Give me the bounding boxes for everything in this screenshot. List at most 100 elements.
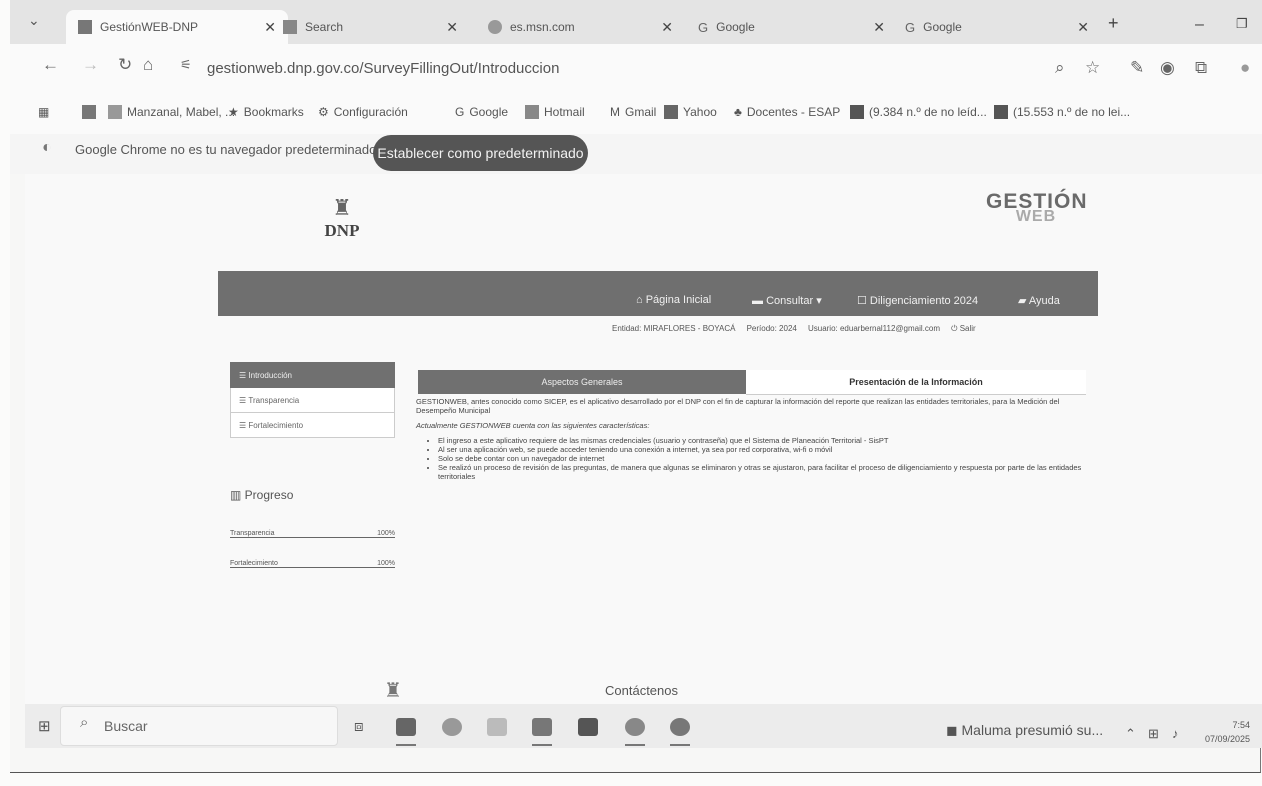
close-tab-icon[interactable]: ✕ <box>1077 19 1089 36</box>
bookmark-folder-icon[interactable] <box>82 105 96 119</box>
news-notification[interactable]: ◼ Maluma presumió su... <box>946 722 1103 739</box>
word-app-icon[interactable] <box>396 718 416 736</box>
zoom-icon[interactable]: ⌕ <box>1055 58 1065 78</box>
nav-consultar[interactable]: ▬ Consultar ▾ <box>752 294 822 307</box>
tab-label: Google <box>923 20 962 34</box>
tab-label: GestiónWEB-DNP <box>100 20 199 34</box>
google-icon: G <box>455 105 465 119</box>
bookmark-item[interactable]: ⚙ Configuración <box>318 105 408 119</box>
bookmark-star-icon[interactable]: ☆ <box>1085 58 1100 78</box>
logout-link[interactable]: ⏻ Salir <box>951 324 976 333</box>
content-tabs: Aspectos Generales Presentación de la In… <box>418 370 1086 395</box>
close-tab-icon[interactable]: ✕ <box>264 19 276 36</box>
forward-arrow-icon[interactable]: → <box>82 55 99 75</box>
extension-pen-icon[interactable]: ✎ <box>1130 58 1144 78</box>
close-tab-icon[interactable]: ✕ <box>446 19 458 36</box>
edit-icon: ☐ <box>857 295 870 307</box>
gestionweb-logo[interactable]: GESTIÓN WEB <box>986 190 1087 226</box>
task-view-icon[interactable]: ⧈ <box>354 718 374 736</box>
tray-chevron-up-icon[interactable]: ⌃ <box>1125 726 1136 742</box>
minimize-icon[interactable]: – <box>1195 16 1204 34</box>
access-app-icon[interactable] <box>578 718 598 736</box>
edge-browser-icon[interactable] <box>625 718 645 736</box>
sidebar-item-transparencia[interactable]: ☰ Transparencia <box>230 388 395 413</box>
dnp-logo[interactable]: ♜ DNP <box>320 195 364 241</box>
nav-diligenciamiento[interactable]: ☐ Diligenciamiento 2024 <box>857 294 978 307</box>
section-sidebar: ☰ Introducción ☰ Transparencia ☰ Fortale… <box>230 362 395 438</box>
folder-icon: ▬ <box>752 295 767 307</box>
google-favicon-icon: G <box>698 20 709 35</box>
contact-link[interactable]: Contáctenos <box>605 683 678 698</box>
windows-start-icon[interactable]: ⊞ <box>38 717 51 735</box>
gestionweb-favicon-icon <box>78 20 92 34</box>
mail-icon <box>850 105 864 119</box>
coat-of-arms-icon: ♜ <box>332 195 352 220</box>
extensions-puzzle-icon[interactable]: ⧉ <box>1195 58 1207 78</box>
star-icon: ★ <box>228 105 239 119</box>
profile-avatar-icon[interactable]: ● <box>1240 58 1250 78</box>
tab-google-2[interactable]: G Google ✕ <box>905 10 1095 44</box>
footer-coat-of-arms-icon: ♜ <box>384 680 402 702</box>
list-item: Al ser una aplicación web, se puede acce… <box>438 445 1086 454</box>
gear-icon: ⚙ <box>318 105 329 119</box>
taskbar-search-box[interactable] <box>60 706 338 746</box>
introduction-content: GESTIONWEB, antes conocido como SICEP, e… <box>416 397 1086 481</box>
nav-home[interactable]: ⌂ Página Inicial <box>636 294 711 306</box>
sidebar-item-fortalecimiento[interactable]: ☰ Fortalecimiento <box>230 413 395 438</box>
bookmark-item[interactable]: ★ Bookmarks <box>228 105 304 119</box>
volume-icon[interactable]: ♪ <box>1172 726 1179 741</box>
home-icon[interactable]: ⌂ <box>143 55 153 75</box>
tab-search[interactable]: Search ✕ <box>283 10 468 44</box>
clock-date: 07/09/2025 <box>1205 734 1251 744</box>
new-tab-icon[interactable]: + <box>1108 13 1119 34</box>
active-indicator <box>670 744 690 746</box>
power-icon: ⏻ <box>951 324 960 333</box>
set-default-button[interactable]: Establecer como predeterminado <box>373 135 588 171</box>
sidebar-item-introduccion[interactable]: ☰ Introducción <box>230 362 395 388</box>
tab-list-chevron-icon[interactable]: ⌄ <box>28 12 40 29</box>
bookmark-item[interactable]: (15.553 n.º de no lei... <box>994 105 1130 119</box>
bookmark-item[interactable]: G Google <box>455 105 508 119</box>
bookmark-item[interactable]: Manzanal, Mabel, ... <box>108 105 235 119</box>
msn-favicon-icon <box>488 20 502 34</box>
active-indicator <box>532 744 552 746</box>
intro-paragraph: GESTIONWEB, antes conocido como SICEP, e… <box>416 397 1060 415</box>
close-tab-icon[interactable]: ✕ <box>873 19 885 36</box>
apps-grid-icon[interactable]: ▦ <box>38 105 49 119</box>
tab-label: Search <box>305 20 344 34</box>
bookmark-item[interactable]: (9.384 n.º de no leíd... <box>850 105 987 119</box>
chrome-browser-icon[interactable] <box>670 718 690 736</box>
tab-gestionweb[interactable]: GestiónWEB-DNP ✕ <box>66 10 288 44</box>
teams-app-icon[interactable] <box>442 718 462 736</box>
system-clock[interactable]: 7:54 07/09/2025 <box>1205 718 1250 746</box>
bookmark-item[interactable]: Yahoo <box>664 105 717 119</box>
excel-app-icon[interactable] <box>532 718 552 736</box>
tab-presentacion-informacion[interactable]: Presentación de la Información <box>746 370 1086 395</box>
dnp-logo-text: DNP <box>324 221 360 240</box>
list-item: Se realizó un proceso de revisión de las… <box>438 463 1086 481</box>
restore-window-icon[interactable]: ❐ <box>1236 16 1248 32</box>
search-favicon-icon <box>283 20 297 34</box>
reload-icon[interactable]: ↻ <box>118 55 132 75</box>
bookmark-item[interactable]: ♣ Docentes - ESAP <box>734 105 840 119</box>
tab-msn[interactable]: es.msn.com ✕ <box>488 10 683 44</box>
tab-google-1[interactable]: G Google ✕ <box>698 10 890 44</box>
bar-chart-icon: ▥ <box>230 488 245 502</box>
chat-icon: ▰ <box>1018 295 1029 307</box>
list-icon: ☰ <box>239 370 249 380</box>
list-item: Solo se debe contar con un navegador de … <box>438 454 1086 463</box>
network-icon[interactable]: ⊞ <box>1148 726 1159 742</box>
nav-ayuda[interactable]: ▰ Ayuda <box>1018 294 1060 307</box>
file-explorer-icon[interactable] <box>487 718 507 736</box>
back-arrow-icon[interactable]: ← <box>42 55 59 75</box>
list-item: El ingreso a este aplicativo requiere de… <box>438 436 1086 445</box>
tab-aspectos-generales[interactable]: Aspectos Generales <box>418 370 746 394</box>
bookmark-item[interactable]: Hotmail <box>525 105 585 119</box>
session-status: Entidad: MIRAFLORES - BOYACÁ Período: 20… <box>612 324 976 334</box>
address-bar[interactable]: gestionweb.dnp.gov.co/SurveyFillingOut/I… <box>207 60 559 77</box>
extension-icon[interactable]: ◉ <box>1160 58 1175 78</box>
tab-label: es.msn.com <box>510 20 575 34</box>
close-tab-icon[interactable]: ✕ <box>661 19 673 36</box>
bookmark-item[interactable]: M Gmail <box>610 105 656 119</box>
site-info-icon[interactable]: ⚟ <box>180 57 192 73</box>
